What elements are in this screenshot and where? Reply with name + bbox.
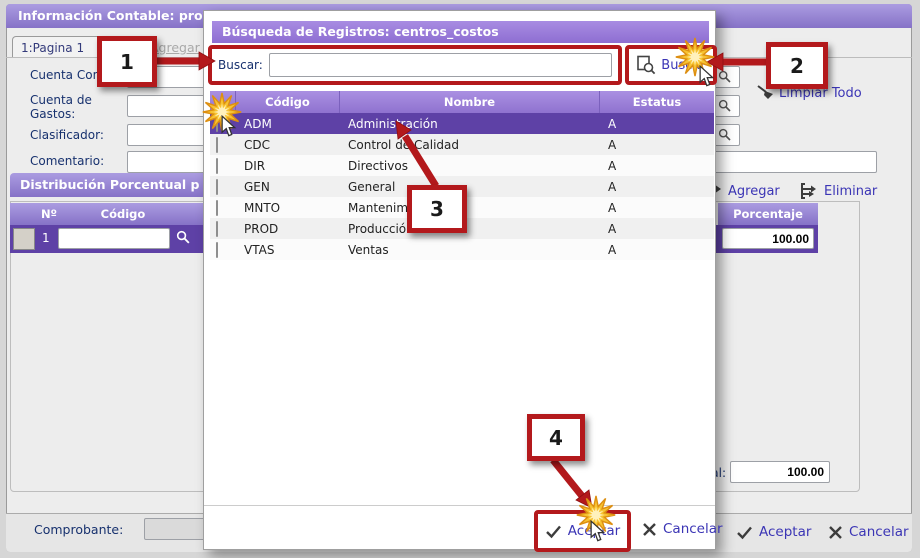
eliminar-row-link[interactable]: Eliminar [824,184,877,199]
comentario-label: Comentario: [30,154,105,168]
callout-4: 4 [527,414,585,461]
agregar-row-link[interactable]: Agregar [728,184,780,199]
dialog-footer-divider [204,505,715,506]
window-aceptar-button[interactable]: Aceptar [736,524,811,540]
tab-pagina-1[interactable]: 1:Pagina 1 [12,36,108,58]
table-row[interactable]: ADM Administración A [210,113,714,134]
eliminar-icon [799,182,819,200]
clasificador-lookup-icon[interactable] [718,128,732,142]
dist-col-num: Nº [40,207,58,221]
dist-row-codigo-input[interactable] [58,228,170,249]
callout-1: 1 [97,36,157,87]
dialog-title: Búsqueda de Registros: centros_costos [212,21,709,43]
window-cancelar-label: Cancelar [849,524,909,540]
cuenta-contable-lookup-icon[interactable] [718,70,732,84]
search-highlight-box: Buscar: [208,45,622,85]
callout-3: 3 [407,185,467,233]
cuenta-gastos-lookup-icon[interactable] [718,99,732,113]
row-checkbox[interactable] [216,115,218,132]
dist-row-lookup-icon[interactable] [176,230,191,245]
col-estatus: Estatus [632,95,682,109]
dialog-cancelar-button[interactable]: Cancelar [642,521,723,537]
results-table-header: . Código Nombre Estatus [210,91,714,113]
window-aceptar-label: Aceptar [759,524,812,540]
col-codigo: Código [236,91,340,113]
dist-col-codigo: Código [100,207,146,221]
buscar-button[interactable]: Buscar [661,58,705,73]
agregar-page-link[interactable]: Agregar [150,40,200,55]
total-input [730,461,830,483]
check-icon [736,525,753,540]
aceptar-highlight-box: Aceptar [534,510,631,552]
col-nombre: Nombre [340,91,600,113]
window-cancelar-button[interactable]: Cancelar [828,524,909,540]
comprobante-label: Comprobante: [34,522,124,537]
dist-row-num: 1 [42,231,50,245]
search-dialog: Búsqueda de Registros: centros_costos Bu… [203,10,723,552]
clasificador-label: Clasificador: [30,128,104,142]
dialog-aceptar-button[interactable]: Aceptar [568,523,620,539]
dist-col-porcentaje: Porcentaje [718,203,818,225]
table-row[interactable]: VTAS Ventas A [210,239,714,260]
row-checkbox[interactable] [216,136,218,153]
check-icon [545,524,562,539]
page-magnifier-icon [636,55,656,75]
row-checkbox[interactable] [216,220,218,237]
dialog-cancelar-label: Cancelar [663,521,723,537]
buscar-button-highlight-box: Buscar [625,45,717,85]
x-icon [642,522,657,537]
table-row[interactable]: CDC Control de Calidad A [210,134,714,155]
results-table: . Código Nombre Estatus ADM Administraci… [210,91,714,260]
dist-row-selector[interactable] [13,228,35,250]
table-row[interactable]: DIR Directivos A [210,155,714,176]
callout-2: 2 [766,42,828,89]
search-input[interactable] [268,53,612,77]
cuenta-gastos-label: Cuenta de Gastos: [30,93,92,121]
row-checkbox[interactable] [216,199,218,216]
tab-label: 1:Pagina 1 [21,41,85,55]
x-icon [828,525,843,540]
row-checkbox[interactable] [216,178,218,195]
col-select: . [210,91,236,113]
buscar-label: Buscar: [218,58,263,72]
row-checkbox[interactable] [216,157,218,174]
dist-row-porcentaje-input[interactable] [722,228,814,249]
row-checkbox[interactable] [216,241,218,258]
